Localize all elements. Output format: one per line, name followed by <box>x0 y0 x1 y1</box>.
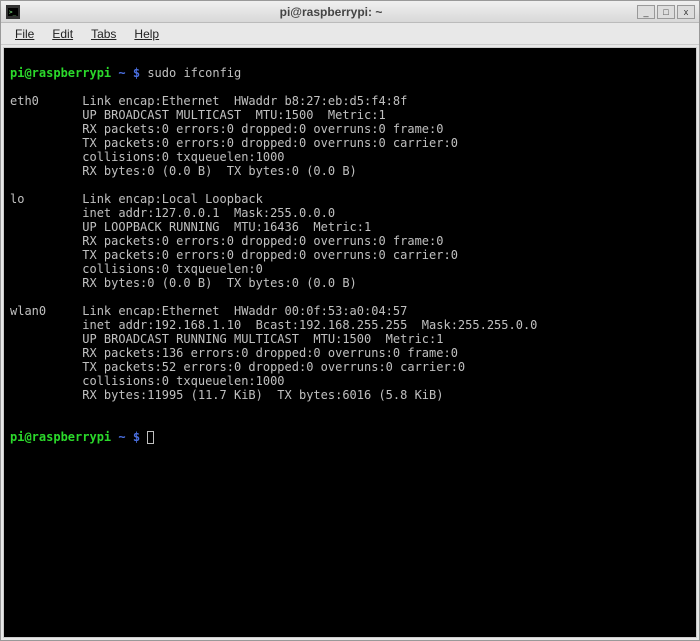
prompt-path: ~ <box>118 430 125 444</box>
prompt-symbol: $ <box>133 430 140 444</box>
menu-help[interactable]: Help <box>126 25 167 43</box>
minimize-button[interactable]: _ <box>637 5 655 19</box>
menu-tabs[interactable]: Tabs <box>83 25 124 43</box>
svg-text:>_: >_ <box>9 9 17 16</box>
prompt-line-idle: pi@raspberrypi ~ $ <box>10 430 690 444</box>
terminal-window: >_ pi@raspberrypi: ~ _ □ x File Edit Tab… <box>0 0 700 641</box>
menu-edit[interactable]: Edit <box>44 25 81 43</box>
app-icon: >_ <box>5 4 21 20</box>
prompt-line: pi@raspberrypi ~ $ sudo ifconfig <box>10 66 690 80</box>
command-text: sudo ifconfig <box>147 66 241 80</box>
command-output: eth0 Link encap:Ethernet HWaddr b8:27:eb… <box>10 94 690 416</box>
close-button[interactable]: x <box>677 5 695 19</box>
titlebar[interactable]: >_ pi@raspberrypi: ~ _ □ x <box>1 1 699 23</box>
menu-file[interactable]: File <box>7 25 42 43</box>
prompt-user-host: pi@raspberrypi <box>10 66 111 80</box>
prompt-path: ~ <box>118 66 125 80</box>
maximize-button[interactable]: □ <box>657 5 675 19</box>
cursor-icon <box>147 431 154 444</box>
menubar: File Edit Tabs Help <box>1 23 699 45</box>
window-controls: _ □ x <box>637 5 695 19</box>
terminal-area[interactable]: pi@raspberrypi ~ $ sudo ifconfig eth0 Li… <box>3 47 697 638</box>
prompt-symbol: $ <box>133 66 140 80</box>
prompt-user-host: pi@raspberrypi <box>10 430 111 444</box>
window-title: pi@raspberrypi: ~ <box>25 5 637 19</box>
